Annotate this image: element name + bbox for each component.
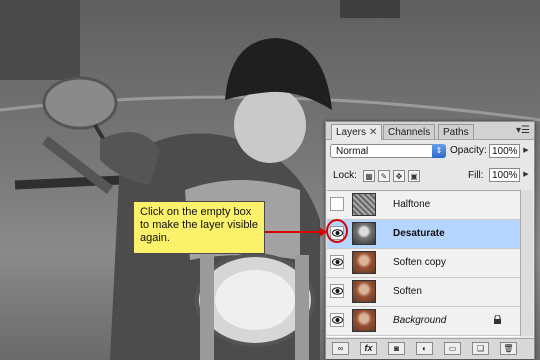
tab-paths-label: Paths — [443, 127, 469, 138]
highlight-circle — [326, 219, 348, 243]
lock-move-icon[interactable]: ✥ — [393, 170, 405, 182]
layer-row-background[interactable]: Background — [327, 307, 520, 336]
layer-thumbnail — [352, 280, 376, 303]
blend-mode-value: Normal — [336, 146, 369, 157]
tab-layers-label: Layers — [336, 127, 367, 138]
layer-name: Desaturate — [393, 228, 445, 239]
tab-channels[interactable]: Channels — [383, 124, 436, 139]
opacity-label: Opacity: — [450, 145, 487, 156]
tab-channels-label: Channels — [388, 127, 431, 138]
select-arrows-icon[interactable]: ⇕ — [432, 144, 446, 158]
fill-field[interactable]: 100% — [489, 168, 520, 182]
eye-icon[interactable] — [330, 313, 344, 327]
panel-tab-bar: Layers ✕ Channels Paths ▾☰ — [326, 122, 534, 140]
fill-label: Fill: — [468, 170, 484, 181]
lock-transparent-icon[interactable]: ▦ — [363, 170, 375, 182]
mask-icon[interactable]: ◙ — [388, 342, 405, 355]
callout-arrow — [265, 227, 327, 237]
eye-icon[interactable] — [330, 255, 344, 269]
fill-slider-arrow-icon[interactable]: ▶ — [521, 168, 531, 182]
layers-list: Halftone Desaturate Soften copy Soften B… — [327, 190, 520, 337]
padlock-icon — [494, 315, 501, 324]
opacity-field[interactable]: 100% — [489, 144, 520, 158]
layer-row-desaturate[interactable]: Desaturate — [327, 220, 520, 249]
fx-label: fx — [364, 343, 373, 353]
layer-name: Background — [393, 315, 447, 326]
lock-all-icon[interactable]: ▣ — [408, 170, 420, 182]
tab-layers[interactable]: Layers ✕ — [331, 124, 383, 140]
fx-icon[interactable]: fx — [360, 342, 377, 355]
opacity-slider-arrow-icon[interactable]: ▶ — [521, 144, 531, 158]
lock-label: Lock: — [333, 170, 357, 181]
lock-brush-icon[interactable]: ✎ — [378, 170, 390, 182]
layer-row-halftone[interactable]: Halftone — [327, 191, 520, 220]
layer-thumbnail — [352, 193, 376, 216]
visibility-toggle-empty[interactable] — [330, 197, 344, 211]
layer-thumbnail — [352, 309, 376, 332]
instruction-callout: Click on the empty box to make the layer… — [133, 201, 265, 254]
layer-name: Soften — [393, 286, 422, 297]
close-icon[interactable]: ✕ — [369, 127, 377, 138]
layer-thumbnail — [352, 222, 376, 245]
blend-mode-select[interactable]: Normal ⇕ — [330, 144, 446, 158]
trash-icon[interactable]: 🗑 — [500, 342, 517, 355]
link-icon[interactable]: ∞ — [332, 342, 349, 355]
eye-icon[interactable] — [330, 284, 344, 298]
layers-bottom-bar: ∞ fx ◙ ◐ ▭ ❏ 🗑 — [326, 338, 534, 359]
layer-row-soften-copy[interactable]: Soften copy — [327, 249, 520, 278]
panel-menu-icon[interactable]: ▾☰ — [516, 125, 530, 136]
layers-panel: Layers ✕ Channels Paths ▾☰ Normal ⇕ Opaci… — [325, 121, 535, 359]
layers-scrollbar[interactable] — [520, 190, 533, 336]
tab-paths[interactable]: Paths — [438, 124, 474, 139]
layer-name: Soften copy — [393, 257, 446, 268]
layer-name: Halftone — [393, 199, 431, 210]
new-layer-icon[interactable]: ❏ — [472, 342, 489, 355]
adjustment-icon[interactable]: ◐ — [416, 342, 433, 355]
layer-thumbnail — [352, 251, 376, 274]
folder-icon[interactable]: ▭ — [444, 342, 461, 355]
layer-row-soften[interactable]: Soften — [327, 278, 520, 307]
